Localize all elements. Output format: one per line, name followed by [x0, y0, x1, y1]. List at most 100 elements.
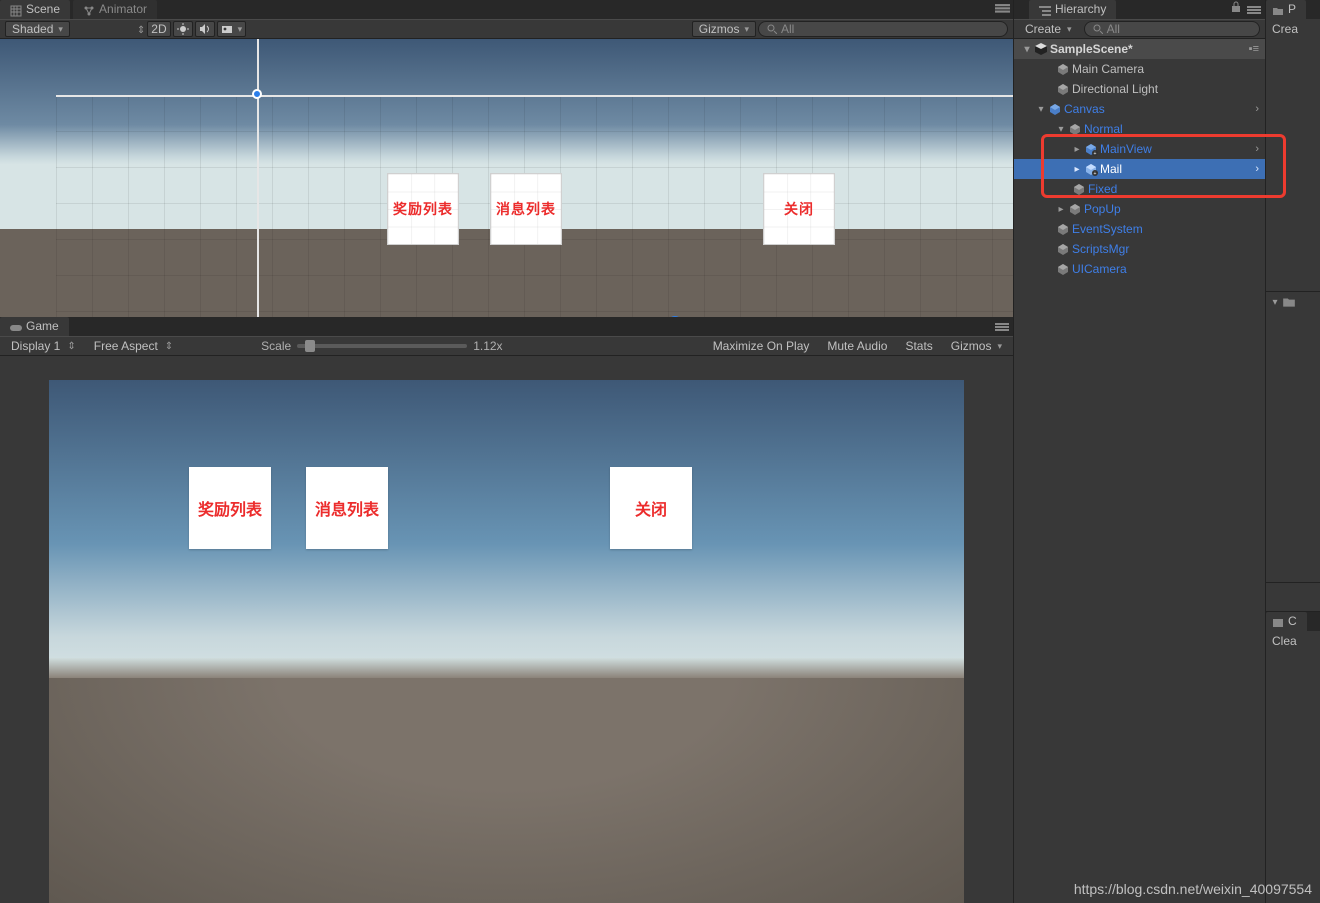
- tab-game[interactable]: Game: [0, 317, 69, 336]
- folder-icon: [1282, 295, 1296, 309]
- scene-viewport[interactable]: 奖励列表 消息列表 关闭: [0, 39, 1013, 317]
- right-create-button[interactable]: Crea: [1266, 19, 1320, 39]
- scene-card-close[interactable]: 关闭: [764, 174, 834, 244]
- tab-hierarchy-label: Hierarchy: [1055, 0, 1106, 19]
- tab-game-label: Game: [26, 317, 59, 336]
- gizmos-dropdown[interactable]: Gizmos: [692, 21, 756, 37]
- stats-toggle[interactable]: Stats: [899, 338, 938, 354]
- game-card-reward[interactable]: 奖励列表: [189, 467, 271, 549]
- watermark: https://blog.csdn.net/weixin_40097554: [1074, 881, 1312, 897]
- hierarchy-panel-menu-icon[interactable]: [1247, 4, 1262, 16]
- create-dropdown[interactable]: Create: [1019, 21, 1078, 37]
- expand-icon[interactable]: ▾: [1036, 104, 1046, 115]
- scene-tabbar: Scene Animator: [0, 0, 1013, 19]
- item-mail[interactable]: ▸ + Mail ›: [1014, 159, 1265, 179]
- scene-card-reward[interactable]: 奖励列表: [388, 174, 458, 244]
- hierarchy-search-placeholder: All: [1107, 22, 1120, 36]
- hierarchy-tabbar: Hierarchy: [1014, 0, 1265, 19]
- tab-console[interactable]: C: [1266, 612, 1307, 631]
- rect-handle[interactable]: [252, 89, 262, 99]
- shaded-dropdown[interactable]: Shaded: [5, 21, 70, 37]
- game-viewport[interactable]: 奖励列表 消息列表 关闭: [0, 356, 1013, 903]
- chevron-right-icon[interactable]: ›: [1255, 163, 1259, 175]
- prefab-icon: [1068, 122, 1082, 136]
- clear-button[interactable]: Clea: [1266, 631, 1320, 651]
- svg-text:+: +: [1094, 151, 1097, 156]
- right-tabbar-2: C: [1266, 612, 1320, 631]
- svg-text:+: +: [1094, 171, 1097, 176]
- console-icon: [1272, 616, 1284, 628]
- scene-name: SampleScene*: [1050, 42, 1133, 56]
- right-expand[interactable]: ▾: [1266, 292, 1320, 312]
- gameobject-icon: [1056, 82, 1070, 96]
- item-main-camera[interactable]: Main Camera: [1014, 59, 1265, 79]
- prefab-override-icon: +: [1084, 142, 1098, 156]
- scene-search-placeholder: All: [781, 22, 794, 36]
- chevron-right-icon[interactable]: ›: [1255, 103, 1259, 115]
- expand-icon[interactable]: ▸: [1072, 144, 1082, 155]
- lighting-toggle[interactable]: [173, 21, 193, 37]
- context-menu-icon[interactable]: ▪≡: [1249, 43, 1259, 55]
- game-icon: [10, 321, 22, 333]
- tab-scene[interactable]: Scene: [0, 0, 70, 19]
- lock-icon[interactable]: [1231, 1, 1241, 16]
- scale-slider[interactable]: [297, 344, 467, 348]
- scene-card-message[interactable]: 消息列表: [491, 174, 561, 244]
- gameobject-icon: [1056, 62, 1070, 76]
- item-scriptsmgr[interactable]: ScriptsMgr: [1014, 239, 1265, 259]
- panel-menu-icon[interactable]: [995, 3, 1010, 15]
- game-panel-menu-icon[interactable]: [995, 321, 1010, 333]
- expand-icon[interactable]: ▸: [1072, 164, 1082, 175]
- tab-scene-label: Scene: [26, 0, 60, 19]
- mode-2d-button[interactable]: 2D: [147, 21, 170, 37]
- audio-toggle[interactable]: [195, 21, 215, 37]
- gameobject-icon: [1056, 222, 1070, 236]
- scene-search[interactable]: All: [758, 21, 1008, 37]
- gameobject-icon: [1056, 262, 1070, 276]
- prefab-override-icon: +: [1084, 162, 1098, 176]
- game-card-close[interactable]: 关闭: [610, 467, 692, 549]
- game-card-message[interactable]: 消息列表: [306, 467, 388, 549]
- unity-logo-icon: [1034, 42, 1048, 56]
- hierarchy-toolbar: Create All: [1014, 19, 1265, 39]
- tab-project[interactable]: P: [1266, 0, 1306, 19]
- tab-hierarchy[interactable]: Hierarchy: [1029, 0, 1116, 19]
- item-canvas[interactable]: ▾ Canvas ›: [1014, 99, 1265, 119]
- hierarchy-search[interactable]: All: [1084, 21, 1260, 37]
- tab-animator[interactable]: Animator: [73, 0, 157, 19]
- search-icon: [767, 24, 777, 34]
- hierarchy-tree: ▾ SampleScene* ▪≡ Main Camera Directiona…: [1014, 39, 1265, 279]
- item-uicamera[interactable]: UICamera: [1014, 259, 1265, 279]
- folder-icon: [1272, 4, 1284, 16]
- gameobject-icon: [1068, 202, 1082, 216]
- prefab-icon: [1048, 102, 1062, 116]
- game-gizmos-dropdown[interactable]: Gizmos: [945, 338, 1008, 354]
- scene-icon: [10, 4, 22, 16]
- gameobject-icon: [1072, 182, 1086, 196]
- game-tabbar: Game: [0, 317, 1013, 336]
- right-tabbar-1: P: [1266, 0, 1320, 19]
- expand-icon[interactable]: ▸: [1056, 204, 1066, 215]
- rect-outline-left: [257, 39, 259, 317]
- shaded-sort-icon[interactable]: [134, 22, 145, 36]
- scene-toolbar: Shaded 2D Gizmos All: [0, 19, 1013, 39]
- mute-audio-toggle[interactable]: Mute Audio: [821, 338, 893, 354]
- item-directional-light[interactable]: Directional Light: [1014, 79, 1265, 99]
- item-mainview[interactable]: ▸ + MainView ›: [1014, 139, 1265, 159]
- scene-root[interactable]: ▾ SampleScene* ▪≡: [1014, 39, 1265, 59]
- search-icon: [1093, 24, 1103, 34]
- fx-dropdown[interactable]: [217, 21, 247, 37]
- expand-icon[interactable]: ▾: [1056, 124, 1066, 135]
- chevron-right-icon[interactable]: ›: [1255, 143, 1259, 155]
- item-popup[interactable]: ▸ PopUp: [1014, 199, 1265, 219]
- maximize-on-play-toggle[interactable]: Maximize On Play: [707, 338, 816, 354]
- scale-label: Scale: [261, 339, 291, 353]
- aspect-dropdown[interactable]: Free Aspect: [88, 338, 179, 354]
- display-dropdown[interactable]: Display 1: [5, 338, 82, 354]
- item-eventsystem[interactable]: EventSystem: [1014, 219, 1265, 239]
- item-normal[interactable]: ▾ Normal: [1014, 119, 1265, 139]
- item-fixed[interactable]: Fixed: [1014, 179, 1265, 199]
- game-toolbar: Display 1 Free Aspect Scale 1.12x Maximi…: [0, 336, 1013, 356]
- gameobject-icon: [1056, 242, 1070, 256]
- expand-icon[interactable]: ▾: [1022, 44, 1032, 55]
